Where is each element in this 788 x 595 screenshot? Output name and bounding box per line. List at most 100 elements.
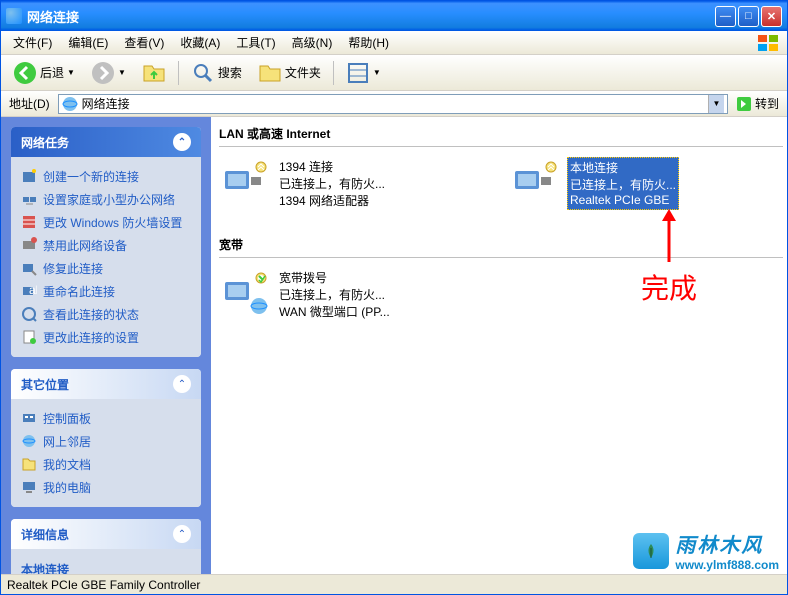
task-label: 我的文档 xyxy=(43,456,91,473)
wizard-icon xyxy=(21,168,37,184)
network-tasks-panel: 网络任务 ⌃ 创建一个新的连接 设置家庭或小型办公网络 更改 Windows 防… xyxy=(11,127,201,357)
up-button[interactable] xyxy=(136,57,172,89)
menu-help[interactable]: 帮助(H) xyxy=(340,31,397,54)
task-label: 我的电脑 xyxy=(43,479,91,496)
panel-title: 网络任务 xyxy=(21,134,69,151)
back-icon xyxy=(13,61,37,85)
task-label: 重命名此连接 xyxy=(43,283,115,300)
folders-button[interactable]: 文件夹 xyxy=(252,57,327,89)
folders-icon xyxy=(258,61,282,85)
disable-device-task[interactable]: 禁用此网络设备 xyxy=(21,234,191,257)
menu-favorites[interactable]: 收藏(A) xyxy=(172,31,228,54)
connection-row: 宽带拨号 已连接上，有防火... WAN 微型端口 (PP... xyxy=(219,266,783,323)
watermark: 雨林木风 www.ylmf888.com xyxy=(633,529,779,572)
sidebar: 网络任务 ⌃ 创建一个新的连接 设置家庭或小型办公网络 更改 Windows 防… xyxy=(1,117,211,574)
connection-text: 1394 连接 已连接上，有防火... 1394 网络适配器 xyxy=(277,157,387,210)
connection-1394[interactable]: 1394 连接 已连接上，有防火... 1394 网络适配器 xyxy=(219,155,489,212)
done-text: 完成 xyxy=(641,267,697,307)
control-panel-icon xyxy=(21,410,37,426)
firewall-task[interactable]: 更改 Windows 防火墙设置 xyxy=(21,211,191,234)
menu-file[interactable]: 文件(F) xyxy=(5,31,60,54)
menu-edit[interactable]: 编辑(E) xyxy=(60,31,116,54)
other-places-header[interactable]: 其它位置 ⌃ xyxy=(11,369,201,399)
connection-broadband[interactable]: 宽带拨号 已连接上，有防火... WAN 微型端口 (PP... xyxy=(219,266,489,323)
network-connections-icon xyxy=(62,96,78,112)
forward-button[interactable]: ▼ xyxy=(85,57,132,89)
maximize-button[interactable]: □ xyxy=(738,6,759,27)
search-icon xyxy=(191,61,215,85)
task-label: 网上邻居 xyxy=(43,433,91,450)
menu-view[interactable]: 查看(V) xyxy=(116,31,172,54)
statusbar-text: Realtek PCIe GBE Family Controller xyxy=(7,578,200,592)
red-arrow-icon xyxy=(659,207,679,267)
panel-body: 控制面板 网上邻居 我的文档 我的电脑 xyxy=(11,399,201,507)
panel-body: 创建一个新的连接 设置家庭或小型办公网络 更改 Windows 防火墙设置 禁用… xyxy=(11,157,201,357)
create-connection-task[interactable]: 创建一个新的连接 xyxy=(21,165,191,188)
connection-row: 1394 连接 已连接上，有防火... 1394 网络适配器 本地连接 已连接上… xyxy=(219,155,783,212)
control-panel-link[interactable]: 控制面板 xyxy=(21,407,191,430)
details-panel: 详细信息 ⌃ 本地连接 LAN 或高速 Internet xyxy=(11,519,201,574)
computer-icon xyxy=(21,479,37,495)
task-label: 更改此连接的设置 xyxy=(43,329,139,346)
window-controls: — □ ✕ xyxy=(715,6,782,27)
dropdown-arrow-icon: ▼ xyxy=(67,68,75,77)
back-button[interactable]: 后退 ▼ xyxy=(7,57,81,89)
details-header[interactable]: 详细信息 ⌃ xyxy=(11,519,201,549)
network-connections-icon xyxy=(6,8,22,24)
toolbar: 后退 ▼ ▼ 搜索 文件夹 ▼ xyxy=(1,55,787,91)
connection-device: Realtek PCIe GBE xyxy=(570,193,676,207)
search-button[interactable]: 搜索 xyxy=(185,57,248,89)
close-button[interactable]: ✕ xyxy=(761,6,782,27)
home-network-task[interactable]: 设置家庭或小型办公网络 xyxy=(21,188,191,211)
connection-device: WAN 微型端口 (PP... xyxy=(279,303,390,320)
network-adapter-icon xyxy=(221,157,269,205)
views-button[interactable]: ▼ xyxy=(340,57,387,89)
window-title: 网络连接 xyxy=(27,7,715,26)
broadband-icon xyxy=(221,268,269,316)
menu-tools[interactable]: 工具(T) xyxy=(228,31,283,54)
annotation: 完成 xyxy=(641,207,697,307)
address-dropdown[interactable]: ▼ xyxy=(708,95,724,113)
watermark-text: 雨林木风 www.ylmf888.com xyxy=(675,529,779,572)
minimize-button[interactable]: — xyxy=(715,6,736,27)
details-name: 本地连接 xyxy=(21,557,191,574)
collapse-icon: ⌃ xyxy=(173,375,191,393)
address-input[interactable]: 网络连接 ▼ xyxy=(58,94,728,114)
statusbar: Realtek PCIe GBE Family Controller xyxy=(1,574,787,594)
network-tasks-header[interactable]: 网络任务 ⌃ xyxy=(11,127,201,157)
connection-status: 已连接上，有防火... xyxy=(570,176,676,193)
windows-logo-icon xyxy=(757,34,779,52)
panel-title: 详细信息 xyxy=(21,526,69,543)
my-computer-link[interactable]: 我的电脑 xyxy=(21,476,191,499)
status-icon xyxy=(21,306,37,322)
connection-local[interactable]: 本地连接 已连接上，有防火... Realtek PCIe GBE xyxy=(509,155,779,212)
rename-icon: ab xyxy=(21,283,37,299)
go-button[interactable]: 转到 xyxy=(732,93,783,114)
svg-text:ab: ab xyxy=(29,283,37,297)
connection-name: 宽带拨号 xyxy=(279,269,390,286)
watermark-logo-icon xyxy=(633,533,669,569)
disable-icon xyxy=(21,237,37,253)
dropdown-arrow-icon: ▼ xyxy=(373,68,381,77)
toolbar-separator xyxy=(178,61,179,85)
go-icon xyxy=(736,96,752,112)
task-label: 修复此连接 xyxy=(43,260,103,277)
properties-icon xyxy=(21,329,37,345)
rename-task[interactable]: ab 重命名此连接 xyxy=(21,280,191,303)
collapse-icon: ⌃ xyxy=(173,525,191,543)
collapse-icon: ⌃ xyxy=(173,133,191,151)
repair-task[interactable]: 修复此连接 xyxy=(21,257,191,280)
menubar: 文件(F) 编辑(E) 查看(V) 收藏(A) 工具(T) 高级(N) 帮助(H… xyxy=(1,31,787,55)
connection-name: 本地连接 xyxy=(570,159,676,176)
other-places-panel: 其它位置 ⌃ 控制面板 网上邻居 我的文档 我的电脑 xyxy=(11,369,201,507)
connection-status: 已连接上，有防火... xyxy=(279,286,390,303)
address-value: 网络连接 xyxy=(82,95,130,112)
menu-advanced[interactable]: 高级(N) xyxy=(284,31,341,54)
forward-icon xyxy=(91,61,115,85)
status-task[interactable]: 查看此连接的状态 xyxy=(21,303,191,326)
settings-task[interactable]: 更改此连接的设置 xyxy=(21,326,191,349)
my-documents-link[interactable]: 我的文档 xyxy=(21,453,191,476)
network-places-link[interactable]: 网上邻居 xyxy=(21,430,191,453)
window: 网络连接 — □ ✕ 文件(F) 编辑(E) 查看(V) 收藏(A) 工具(T)… xyxy=(0,0,788,595)
address-label: 地址(D) xyxy=(5,95,54,112)
